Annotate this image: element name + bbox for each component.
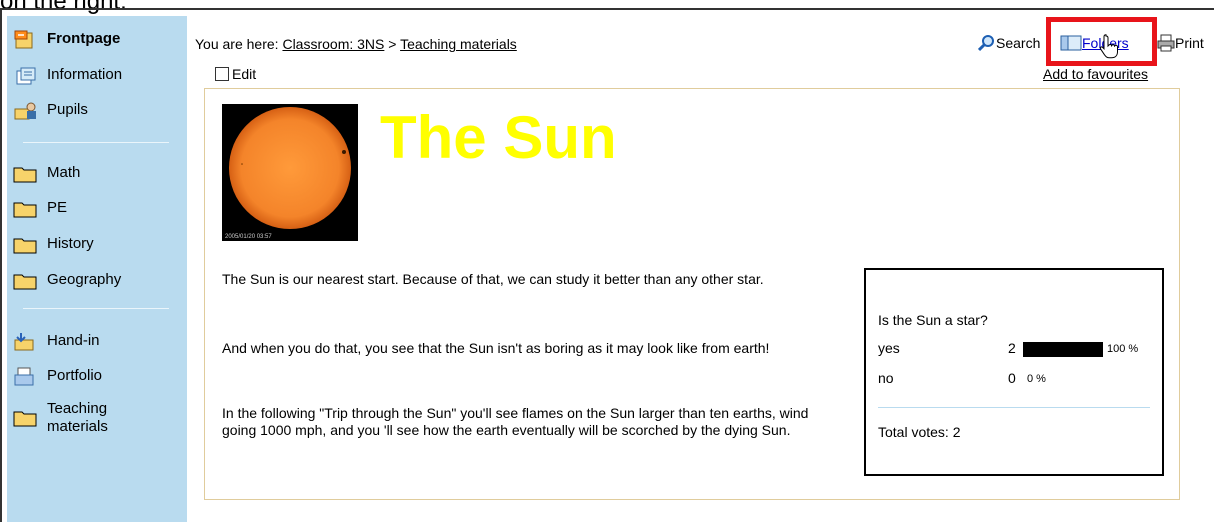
- folder-icon: [13, 411, 37, 427]
- folder-icon: [13, 274, 37, 290]
- poll-option-count: 2: [1008, 340, 1016, 356]
- print-icon: [1157, 34, 1175, 52]
- poll-option-bar: [1023, 342, 1103, 357]
- image-caption: 2005/01/20 03:57: [225, 234, 272, 240]
- sidebar-separator: [23, 308, 169, 309]
- folder-icon: [13, 202, 37, 218]
- breadcrumb-link-classroom[interactable]: Classroom: 3NS: [282, 36, 384, 52]
- sidebar-item-label: Teaching materials: [47, 400, 108, 435]
- add-to-favourites-link[interactable]: Add to favourites: [1043, 66, 1148, 82]
- sidebar-item-history[interactable]: History: [13, 235, 94, 255]
- sidebar-separator: [23, 142, 169, 143]
- edit-checkbox[interactable]: [215, 67, 229, 81]
- sidebar-item-frontpage[interactable]: Frontpage: [13, 30, 120, 50]
- print-button[interactable]: Print: [1157, 34, 1204, 52]
- hand-in-icon: [14, 333, 34, 351]
- sidebar-item-label: Math: [47, 164, 81, 181]
- breadcrumb-prefix: You are here:: [195, 36, 283, 52]
- sidebar-item-label: History: [47, 235, 94, 252]
- edit-label: Edit: [232, 66, 257, 82]
- sidebar-item-label: PE: [47, 199, 68, 216]
- paragraph-1: The Sun is our nearest start. Because of…: [222, 271, 764, 287]
- poll-total: Total votes: 2: [878, 424, 961, 440]
- sidebar-item-label: Pupils: [47, 101, 88, 118]
- folder-icon: [13, 167, 37, 183]
- poll-question: Is the Sun a star?: [878, 312, 988, 328]
- page-title: The Sun: [380, 104, 617, 171]
- portfolio-icon: [14, 367, 34, 386]
- poll-option-percent: 100 %: [1107, 343, 1139, 355]
- sidebar-item-label: Hand-in: [47, 332, 100, 349]
- sidebar-item-geography[interactable]: Geography: [13, 271, 121, 291]
- breadcrumb-link-teaching-materials[interactable]: Teaching materials: [400, 36, 517, 52]
- sidebar-item-math[interactable]: Math: [13, 164, 80, 184]
- information-icon: [16, 67, 36, 85]
- sidebar-item-label: Frontpage: [47, 30, 121, 47]
- sidebar-item-pe[interactable]: PE: [13, 199, 67, 219]
- sidebar-item-label: Portfolio: [47, 367, 103, 384]
- sidebar-item-hand-in[interactable]: Hand-in: [13, 332, 100, 352]
- poll-option-label: yes: [878, 340, 900, 356]
- poll-widget: Is the Sun a star? yes 2 100 % no 0 0 % …: [864, 268, 1164, 476]
- pupils-icon: [14, 102, 36, 120]
- sidebar-item-portfolio[interactable]: Portfolio: [13, 367, 102, 387]
- sidebar-item-teaching-materials[interactable]: Teaching materials: [13, 400, 127, 436]
- breadcrumb: You are here: Classroom: 3NS > Teaching …: [195, 36, 517, 52]
- poll-divider: [878, 407, 1150, 408]
- window-frame-left: [0, 8, 2, 522]
- poll-option-percent: 0 %: [1027, 373, 1046, 385]
- sun-image: 2005/01/20 03:57: [222, 104, 358, 241]
- poll-option-count: 0: [1008, 370, 1016, 386]
- search-button[interactable]: Search: [978, 34, 1040, 52]
- window-frame-top: [0, 8, 1214, 10]
- edit-toggle[interactable]: Edit: [215, 66, 256, 82]
- search-icon: [978, 35, 994, 52]
- print-label: Print: [1175, 35, 1204, 51]
- folder-icon: [13, 238, 37, 254]
- search-label: Search: [996, 35, 1041, 51]
- highlight-box: [1046, 17, 1157, 66]
- sidebar-item-information[interactable]: Information: [13, 66, 122, 86]
- poll-option-no[interactable]: no 0 0 %: [878, 370, 1158, 388]
- sidebar-item-pupils[interactable]: Pupils: [13, 101, 88, 121]
- frontpage-icon: [14, 30, 33, 49]
- poll-option-yes[interactable]: yes 2 100 %: [878, 340, 1158, 358]
- breadcrumb-separator: >: [384, 36, 401, 52]
- poll-option-label: no: [878, 370, 894, 386]
- sidebar-item-label: Information: [47, 66, 123, 83]
- sidebar-item-label: Geography: [47, 271, 122, 288]
- paragraph-3: In the following "Trip through the Sun" …: [222, 405, 809, 438]
- sidebar: Frontpage Information Pupils Math PE His…: [7, 16, 187, 522]
- paragraph-2: And when you do that, you see that the S…: [222, 340, 770, 356]
